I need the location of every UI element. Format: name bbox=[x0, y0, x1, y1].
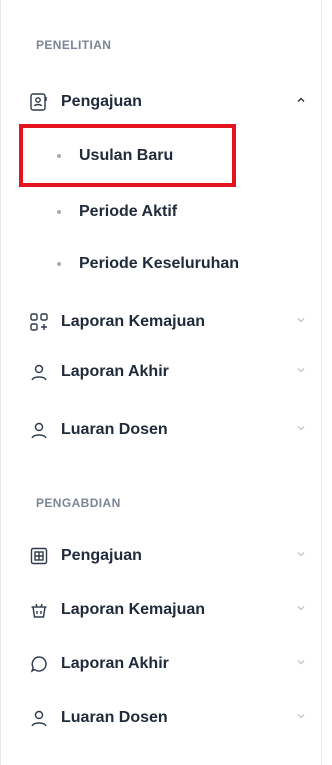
sidebar-item-penelitian-laporan-akhir[interactable]: Laporan Akhir bbox=[29, 356, 321, 388]
sidebar-item-label: Luaran Dosen bbox=[61, 709, 168, 726]
sidebar-item-penelitian-luaran-dosen[interactable]: Luaran Dosen bbox=[29, 414, 321, 446]
section-title-penelitian: PENELITIAN bbox=[36, 38, 112, 52]
sidebar-subitem-periode-aktif[interactable]: Periode Aktif bbox=[57, 196, 317, 228]
bullet-dot bbox=[57, 262, 61, 266]
basket-icon bbox=[29, 600, 49, 620]
chevron-down-icon bbox=[295, 602, 307, 614]
user-icon bbox=[29, 420, 49, 440]
sidebar-item-label: Laporan Akhir bbox=[61, 655, 169, 672]
sidebar-item-penelitian-pengajuan[interactable]: Pengajuan bbox=[29, 86, 321, 118]
sidebar-item-pengabdian-laporan-kemajuan[interactable]: Laporan Kemajuan bbox=[29, 594, 321, 626]
chevron-down-icon bbox=[295, 422, 307, 434]
sidebar-item-label: Laporan Kemajuan bbox=[61, 313, 206, 330]
sidebar-subitem-label: Periode Aktif bbox=[79, 203, 178, 220]
sidebar-item-penelitian-laporan-kemajuan[interactable]: Laporan Kemajuan bbox=[29, 306, 321, 338]
user-icon bbox=[29, 708, 49, 728]
sidebar-item-label: Laporan Kemajuan bbox=[61, 601, 206, 618]
bullet-dot bbox=[57, 154, 61, 158]
chevron-down-icon bbox=[295, 314, 307, 326]
sidebar-subitem-label: Usulan Baru bbox=[79, 147, 174, 164]
chevron-down-icon bbox=[295, 656, 307, 668]
chevron-down-icon bbox=[295, 364, 307, 376]
sidebar-item-label: Pengajuan bbox=[61, 93, 142, 110]
chat-bubble-icon bbox=[29, 654, 49, 674]
chevron-down-icon bbox=[295, 548, 307, 560]
sidebar-item-pengabdian-pengajuan[interactable]: Pengajuan bbox=[29, 540, 321, 572]
bullet-dot bbox=[57, 210, 61, 214]
building-icon bbox=[29, 546, 49, 566]
sidebar-subitem-label: Periode Keseluruhan bbox=[79, 255, 240, 272]
sidebar-item-label: Pengajuan bbox=[61, 547, 142, 564]
chevron-up-icon bbox=[295, 94, 307, 106]
sidebar: PENELITIAN Pengajuan Usulan Baru Periode… bbox=[0, 0, 322, 765]
chevron-down-icon bbox=[295, 710, 307, 722]
user-card-icon bbox=[29, 92, 49, 112]
sidebar-item-pengabdian-laporan-akhir[interactable]: Laporan Akhir bbox=[29, 648, 321, 680]
sidebar-subitem-usulan-baru[interactable]: Usulan Baru bbox=[57, 140, 317, 172]
sidebar-item-label: Luaran Dosen bbox=[61, 421, 168, 438]
grid-plus-icon bbox=[29, 312, 49, 332]
user-icon bbox=[29, 362, 49, 382]
sidebar-subitem-periode-keseluruhan[interactable]: Periode Keseluruhan bbox=[57, 248, 317, 280]
section-title-pengabdian: PENGABDIAN bbox=[36, 496, 121, 510]
sidebar-item-label: Laporan Akhir bbox=[61, 363, 169, 380]
sidebar-item-pengabdian-luaran-dosen[interactable]: Luaran Dosen bbox=[29, 702, 321, 734]
